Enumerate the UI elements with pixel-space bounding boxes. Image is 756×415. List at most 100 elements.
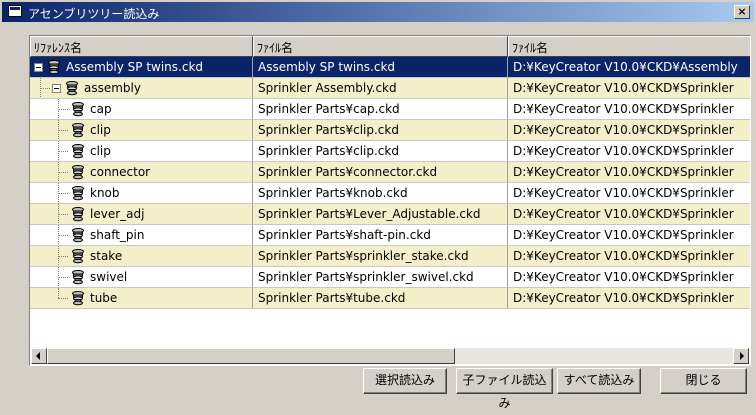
- file-path-cell: D:¥KeyCreator V10.0¥CKD¥Sprinkler: [508, 225, 750, 246]
- reference-name-cell: Assembly SP twins.ckd: [30, 57, 253, 78]
- tree-row[interactable]: tube Sprinkler Parts¥tube.ckd D:¥KeyCreato…: [30, 288, 750, 309]
- reference-name-cell: lever_adj: [30, 204, 253, 225]
- collapse-toggle-icon[interactable]: [52, 84, 61, 93]
- reference-name: clip: [90, 144, 111, 158]
- tree-connector: [58, 277, 68, 278]
- tree-connector: [58, 298, 68, 299]
- load-all-button[interactable]: すべて読込み: [557, 368, 641, 394]
- tree-connector: [58, 141, 59, 161]
- file-path-cell: D:¥KeyCreator V10.0¥CKD¥Assembly: [508, 57, 750, 78]
- file-name-cell: Sprinkler Assembly.ckd: [253, 78, 508, 99]
- part-icon: [64, 80, 80, 96]
- scroll-left-button[interactable]: [31, 348, 47, 364]
- tree-connector: [58, 99, 59, 119]
- reference-name-cell: swivel: [30, 267, 253, 288]
- file-path-cell: D:¥KeyCreator V10.0¥CKD¥Sprinkler: [508, 183, 750, 204]
- column-header-file-name[interactable]: ﾌｧｲﾙ名: [253, 36, 508, 57]
- tree-row[interactable]: cap Sprinkler Parts¥cap.ckd D:¥KeyCreator …: [30, 99, 750, 120]
- reference-name-cell: clip: [30, 120, 253, 141]
- part-icon: [70, 164, 86, 180]
- tree-connector: [58, 235, 68, 236]
- reference-name: assembly: [84, 81, 141, 95]
- file-name-cell: Sprinkler Parts¥sprinkler_stake.ckd: [253, 246, 508, 267]
- column-header-file-path[interactable]: ﾌｧｲﾙ名: [508, 36, 750, 57]
- part-icon: [70, 122, 86, 138]
- tree-connector: [58, 267, 59, 287]
- window-icon: [8, 5, 22, 17]
- tree-connector: [58, 130, 68, 131]
- collapse-toggle-icon[interactable]: [34, 63, 43, 72]
- title-bar[interactable]: アセンブリツリー読込み ×: [2, 2, 754, 22]
- reference-name-cell: cap: [30, 99, 253, 120]
- part-icon: [70, 185, 86, 201]
- tree-connector: [58, 204, 59, 224]
- tree-row[interactable]: connector Sprinkler Parts¥connector.ckd D:…: [30, 162, 750, 183]
- tree-row[interactable]: Assembly SP twins.ckd Assembly SP twins.c…: [30, 57, 750, 78]
- part-icon: [70, 248, 86, 264]
- tree-connector: [58, 162, 59, 182]
- tree-row[interactable]: assembly Sprinkler Assembly.ckd D:¥KeyCrea…: [30, 78, 750, 99]
- reference-name-cell: knob: [30, 183, 253, 204]
- file-path-cell: D:¥KeyCreator V10.0¥CKD¥Sprinkler: [508, 78, 750, 99]
- part-icon: [70, 206, 86, 222]
- close-button[interactable]: 閉じる: [660, 368, 747, 394]
- file-path-cell: D:¥KeyCreator V10.0¥CKD¥Sprinkler: [508, 99, 750, 120]
- tree-connector: [58, 193, 68, 194]
- tree-connector: [58, 214, 68, 215]
- window-title: アセンブリツリー読込み: [28, 7, 160, 21]
- tree-connector: [58, 246, 59, 266]
- reference-name: Assembly SP twins.ckd: [66, 60, 204, 74]
- tree-connector: [40, 88, 50, 89]
- file-path-cell: D:¥KeyCreator V10.0¥CKD¥Sprinkler: [508, 141, 750, 162]
- reference-name: lever_adj: [90, 207, 145, 221]
- reference-name-cell: connector: [30, 162, 253, 183]
- file-path-cell: D:¥KeyCreator V10.0¥CKD¥Sprinkler: [508, 246, 750, 267]
- part-icon: [70, 143, 86, 159]
- tree-row[interactable]: swivel Sprinkler Parts¥sprinkler_swivel.c…: [30, 267, 750, 288]
- reference-name: shaft_pin: [90, 228, 145, 242]
- reference-name: knob: [90, 186, 120, 200]
- load-selected-button[interactable]: 選択読込み: [363, 368, 447, 394]
- close-icon[interactable]: ×: [734, 5, 750, 19]
- file-name-cell: Sprinkler Parts¥sprinkler_swivel.ckd: [253, 267, 508, 288]
- file-name-cell: Assembly SP twins.ckd: [253, 57, 508, 78]
- assembly-tree-dialog: アセンブリツリー読込み × ﾘﾌｧﾚﾝｽ名 ﾌｧｲﾙ名 ﾌｧｲﾙ名 Assemb…: [0, 0, 756, 410]
- part-icon: [70, 269, 86, 285]
- tree-row[interactable]: clip Sprinkler Parts¥clip.ckd D:¥KeyCreato…: [30, 141, 750, 162]
- file-name-cell: Sprinkler Parts¥cap.ckd: [253, 99, 508, 120]
- file-name-cell: Sprinkler Parts¥tube.ckd: [253, 288, 508, 309]
- reference-name: stake: [90, 249, 123, 263]
- tree-rows: Assembly SP twins.ckd Assembly SP twins.c…: [30, 57, 750, 309]
- tree-row[interactable]: clip Sprinkler Parts¥clip.ckd D:¥KeyCreato…: [30, 120, 750, 141]
- reference-name-cell: shaft_pin: [30, 225, 253, 246]
- part-icon: [46, 59, 62, 75]
- tree-connector: [58, 109, 68, 110]
- reference-name-cell: clip: [30, 141, 253, 162]
- load-children-button[interactable]: 子ファイル読込み: [456, 368, 553, 410]
- tree-row[interactable]: shaft_pin Sprinkler Parts¥shaft-pin.ckd D:…: [30, 225, 750, 246]
- tree-row[interactable]: lever_adj Sprinkler Parts¥Lever_Adjustabl…: [30, 204, 750, 225]
- reference-name-cell: stake: [30, 246, 253, 267]
- column-header-reference-name[interactable]: ﾘﾌｧﾚﾝｽ名: [30, 36, 253, 57]
- reference-name: swivel: [90, 270, 128, 284]
- file-name-cell: Sprinkler Parts¥shaft-pin.ckd: [253, 225, 508, 246]
- tree-connector: [40, 78, 41, 98]
- arrow-left-icon: [36, 352, 40, 360]
- reference-name-cell: tube: [30, 288, 253, 309]
- tree-connector: [58, 172, 68, 173]
- part-icon: [70, 227, 86, 243]
- scroll-right-button[interactable]: [733, 348, 749, 364]
- reference-name: clip: [90, 123, 111, 137]
- file-name-cell: Sprinkler Parts¥clip.ckd: [253, 141, 508, 162]
- scroll-thumb[interactable]: [47, 348, 455, 364]
- reference-name-cell: assembly: [30, 78, 253, 99]
- file-name-cell: Sprinkler Parts¥knob.ckd: [253, 183, 508, 204]
- column-header: ﾘﾌｧﾚﾝｽ名 ﾌｧｲﾙ名 ﾌｧｲﾙ名: [30, 36, 750, 57]
- horizontal-scrollbar[interactable]: [31, 348, 749, 364]
- tree-row[interactable]: knob Sprinkler Parts¥knob.ckd D:¥KeyCreato…: [30, 183, 750, 204]
- file-path-cell: D:¥KeyCreator V10.0¥CKD¥Sprinkler: [508, 162, 750, 183]
- tree-connector: [58, 256, 68, 257]
- reference-name: cap: [90, 102, 112, 116]
- tree-row[interactable]: stake Sprinkler Parts¥sprinkler_stake.ckd…: [30, 246, 750, 267]
- assembly-tree-list[interactable]: ﾘﾌｧﾚﾝｽ名 ﾌｧｲﾙ名 ﾌｧｲﾙ名 Assembly SP twins.ck…: [29, 35, 751, 366]
